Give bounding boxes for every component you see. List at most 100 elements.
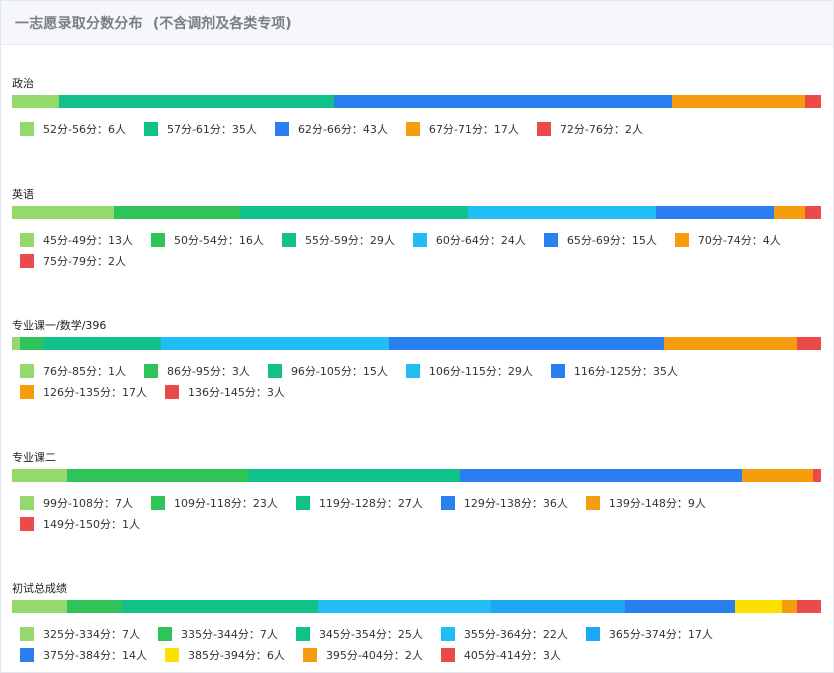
bar-segment[interactable] xyxy=(318,600,492,613)
legend-item[interactable]: 45分-49分：13人 xyxy=(20,229,133,250)
legend-item[interactable]: 139分-148分：9人 xyxy=(585,492,706,513)
bar-segment[interactable] xyxy=(161,337,389,350)
bar-segment[interactable] xyxy=(805,95,821,108)
chart-block-1: 英语 45分-49分：13人 50分-54分：16人 55分-59分：29人 60分-… xyxy=(12,187,822,271)
bar-segment[interactable] xyxy=(12,469,67,482)
bar-segment[interactable] xyxy=(797,337,821,350)
legend-swatch xyxy=(281,232,296,247)
legend-label: 335分-344分：7人 xyxy=(180,627,278,641)
bar-segment[interactable] xyxy=(239,206,468,219)
legend-swatch xyxy=(295,495,310,510)
legend-swatch xyxy=(20,253,34,268)
legend-item[interactable]: 96分-105分：15人 xyxy=(267,360,388,381)
bar-segment[interactable] xyxy=(66,600,122,613)
legend-item[interactable]: 52分-56分：6人 xyxy=(20,118,126,139)
legend-item[interactable]: 50分-54分：16人 xyxy=(150,229,264,250)
legend-item[interactable]: 70分-74分：4人 xyxy=(674,229,781,250)
legend-item[interactable]: 76分-85分：1人 xyxy=(20,360,126,381)
legend: 325分-334分：7人 335分-344分：7人 345分-354分：25人 355… xyxy=(12,623,802,665)
legend-label: 385分-394分：6人 xyxy=(187,648,285,662)
legend-swatch xyxy=(295,626,310,641)
legend-item[interactable]: 106分-115分：29人 xyxy=(405,360,533,381)
legend-label: 62分-66分：43人 xyxy=(297,122,388,136)
legend-label: 136分-145分：3人 xyxy=(187,385,285,399)
legend-item[interactable]: 75分-79分：2人 xyxy=(20,250,126,271)
legend-swatch xyxy=(20,495,34,510)
legend-item[interactable]: 109分-118分：23人 xyxy=(150,492,278,513)
score-distribution-panel: 一志愿录取分数分布 (不含调剂及各类专项) 政治 52分-56分：6人 57分-6… xyxy=(0,0,834,673)
legend-item[interactable]: 57分-61分：35人 xyxy=(143,118,257,139)
bar-segment[interactable] xyxy=(663,337,798,350)
legend-item[interactable]: 345分-354分：25人 xyxy=(295,623,423,644)
bar-segment[interactable] xyxy=(813,469,821,482)
legend-label: 126分-135分：17人 xyxy=(43,385,147,399)
bar-segment[interactable] xyxy=(388,337,664,350)
legend-item[interactable]: 86分-95分：3人 xyxy=(143,360,250,381)
bar-segment[interactable] xyxy=(334,95,672,108)
bar-segment[interactable] xyxy=(805,206,821,219)
legend-label: 149分-150分：1人 xyxy=(43,517,140,531)
legend-swatch xyxy=(440,647,455,662)
legend-item[interactable]: 116分-125分：35人 xyxy=(550,360,678,381)
bar-segment[interactable] xyxy=(781,600,798,613)
bar-segment[interactable] xyxy=(114,206,240,219)
chart-block-3: 专业课二 99分-108分：7人 109分-118分：23人 119分-128分：2… xyxy=(12,450,822,534)
legend-item[interactable]: 149分-150分：1人 xyxy=(20,513,140,534)
legend-item[interactable]: 405分-414分：3人 xyxy=(440,644,561,665)
bar-segment[interactable] xyxy=(624,600,735,613)
bar-segment[interactable] xyxy=(491,600,625,613)
bar-segment[interactable] xyxy=(671,95,806,108)
bar-segment[interactable] xyxy=(734,600,782,613)
legend-label: 395分-404分：2人 xyxy=(325,648,423,662)
bar-segment[interactable] xyxy=(797,600,821,613)
legend-label: 106分-115分：29人 xyxy=(428,364,533,378)
bar-segment[interactable] xyxy=(19,337,44,350)
bar-segment[interactable] xyxy=(12,206,115,219)
bar-segment[interactable] xyxy=(12,600,67,613)
bar-segment[interactable] xyxy=(773,206,806,219)
legend-swatch xyxy=(674,232,689,247)
legend-item[interactable]: 365分-374分：17人 xyxy=(585,623,713,644)
legend-item[interactable]: 385分-394分：6人 xyxy=(164,644,285,665)
legend-swatch xyxy=(20,384,34,399)
legend-swatch xyxy=(440,626,455,641)
subject-label: 政治 xyxy=(12,77,34,90)
legend-item[interactable]: 119分-128分：27人 xyxy=(295,492,423,513)
bar-segment[interactable] xyxy=(43,337,162,350)
legend: 45分-49分：13人 50分-54分：16人 55分-59分：29人 60分-64分… xyxy=(12,229,802,271)
bar-segment[interactable] xyxy=(742,469,814,482)
legend-label: 96分-105分：15人 xyxy=(290,364,388,378)
legend-swatch xyxy=(412,232,427,247)
bar-segment[interactable] xyxy=(12,337,20,350)
legend-swatch xyxy=(150,232,165,247)
legend-item[interactable]: 65分-69分：15人 xyxy=(543,229,657,250)
legend-item[interactable]: 126分-135分：17人 xyxy=(20,381,147,402)
legend-swatch xyxy=(536,121,551,136)
bar-segment[interactable] xyxy=(59,95,335,108)
legend-item[interactable]: 355分-364分：22人 xyxy=(440,623,568,644)
legend: 99分-108分：7人 109分-118分：23人 119分-128分：27人 129… xyxy=(12,492,802,534)
bar-segment[interactable] xyxy=(656,206,774,219)
legend-item[interactable]: 60分-64分：24人 xyxy=(412,229,526,250)
bar-segment[interactable] xyxy=(247,469,460,482)
legend-item[interactable]: 72分-76分：2人 xyxy=(536,118,643,139)
legend-label: 405分-414分：3人 xyxy=(463,648,561,662)
legend-item[interactable]: 335分-344分：7人 xyxy=(157,623,278,644)
legend-item[interactable]: 55分-59分：29人 xyxy=(281,229,395,250)
bar-segment[interactable] xyxy=(12,95,60,108)
legend-item[interactable]: 375分-384分：14人 xyxy=(20,644,147,665)
legend-item[interactable]: 99分-108分：7人 xyxy=(20,492,133,513)
bar-segment[interactable] xyxy=(467,206,657,219)
legend-label: 60分-64分：24人 xyxy=(435,233,526,247)
legend-item[interactable]: 62分-66分：43人 xyxy=(274,118,388,139)
legend-swatch xyxy=(20,647,34,662)
bar-segment[interactable] xyxy=(66,469,248,482)
legend-item[interactable]: 67分-71分：17人 xyxy=(405,118,519,139)
legend-item[interactable]: 325分-334分：7人 xyxy=(20,623,140,644)
bar-segment[interactable] xyxy=(459,469,743,482)
legend-item[interactable]: 129分-138分：36人 xyxy=(440,492,568,513)
stacked-bar xyxy=(12,95,821,108)
legend-item[interactable]: 395分-404分：2人 xyxy=(302,644,423,665)
bar-segment[interactable] xyxy=(121,600,319,613)
legend-item[interactable]: 136分-145分：3人 xyxy=(164,381,285,402)
